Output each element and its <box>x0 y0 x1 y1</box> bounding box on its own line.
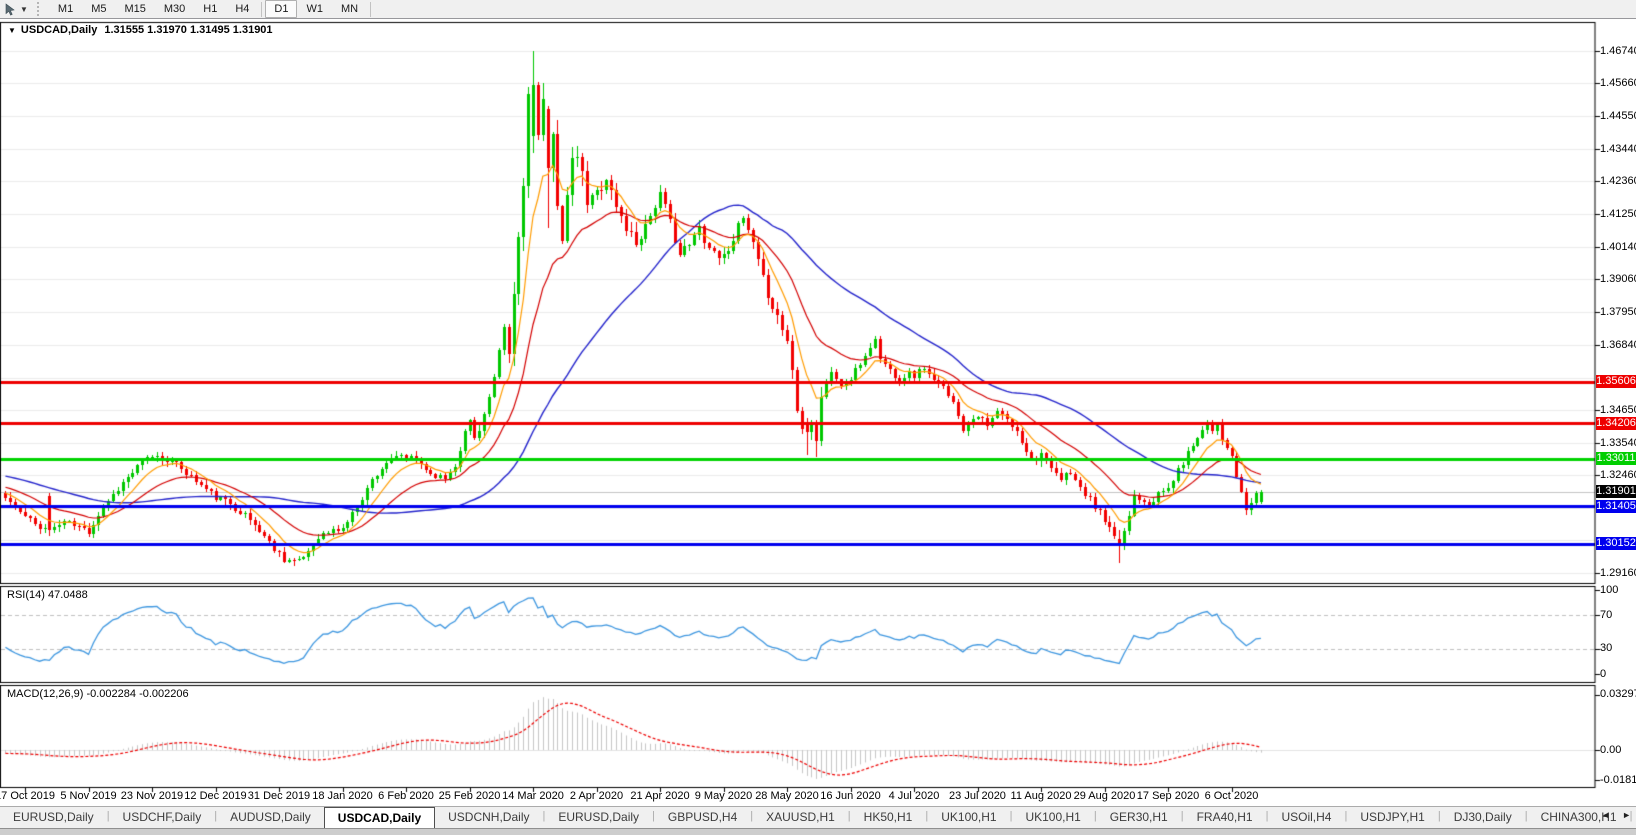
chart-tab-bar: EURUSD,Daily|USDCHF,Daily|AUDUSD,DailyUS… <box>0 806 1636 828</box>
chart-tab-usdcad-daily[interactable]: USDCAD,Daily <box>324 807 435 828</box>
chart-tab-ger30-h1[interactable]: GER30,H1 <box>1097 807 1181 828</box>
cursor-tool-button[interactable]: ▼ <box>0 1 32 18</box>
tab-scroll-right-icon[interactable]: ► <box>1619 808 1634 822</box>
chart-canvas[interactable] <box>0 0 1636 806</box>
toolbar-grip <box>37 2 44 16</box>
tab-scroll-buttons: ◄ ► <box>1598 808 1634 822</box>
chart-tab-fra40-h1[interactable]: FRA40,H1 <box>1184 807 1266 828</box>
chart-tab-usoil-h4[interactable]: USOil,H4 <box>1268 807 1344 828</box>
toolbar-separator <box>370 2 371 17</box>
top-toolbar: ▼ M1M5M15M30H1H4 D1W1MN <box>0 0 1636 19</box>
timeframe-button-m30[interactable]: M30 <box>155 0 194 18</box>
chart-tab-gbpusd-h4[interactable]: GBPUSD,H4 <box>655 807 750 828</box>
chart-tab-eurusd-daily[interactable]: EURUSD,Daily <box>545 807 652 828</box>
timeframe-button-h4[interactable]: H4 <box>226 0 258 18</box>
tab-scroll-left-icon[interactable]: ◄ <box>1598 808 1613 822</box>
chart-tab-hk50-h1[interactable]: HK50,H1 <box>851 807 926 828</box>
chart-tab-audusd-daily[interactable]: AUDUSD,Daily <box>217 807 324 828</box>
timeframe-button-w1[interactable]: W1 <box>297 0 332 18</box>
timeframe-buttons: M1M5M15M30H1H4 D1W1MN <box>49 0 374 18</box>
timeframe-button-d1[interactable]: D1 <box>265 0 297 18</box>
chart-tab-usdjpy-h1[interactable]: USDJPY,H1 <box>1347 807 1437 828</box>
cursor-tool-dropdown-icon[interactable]: ▼ <box>20 5 28 14</box>
chart-tab-dj30-daily[interactable]: DJ30,Daily <box>1441 807 1525 828</box>
window-bottom-strip <box>0 828 1636 835</box>
timeframe-button-m15[interactable]: M15 <box>115 0 154 18</box>
chart-tab-eurusd-daily[interactable]: EURUSD,Daily <box>0 807 107 828</box>
chart-tab-xauusd-h1[interactable]: XAUUSD,H1 <box>753 807 848 828</box>
toolbar-separator <box>261 2 262 17</box>
chart-tab-uk100-h1[interactable]: UK100,H1 <box>928 807 1009 828</box>
chart-tab-usdcnh-daily[interactable]: USDCNH,Daily <box>435 807 542 828</box>
timeframe-button-m5[interactable]: M5 <box>82 0 115 18</box>
timeframe-button-mn[interactable]: MN <box>332 0 367 18</box>
timeframe-button-m1[interactable]: M1 <box>49 0 82 18</box>
timeframe-button-h1[interactable]: H1 <box>194 0 226 18</box>
cursor-icon <box>4 3 17 16</box>
chart-tab-usdchf-daily[interactable]: USDCHF,Daily <box>110 807 215 828</box>
chart-tab-uk100-h1[interactable]: UK100,H1 <box>1012 807 1093 828</box>
